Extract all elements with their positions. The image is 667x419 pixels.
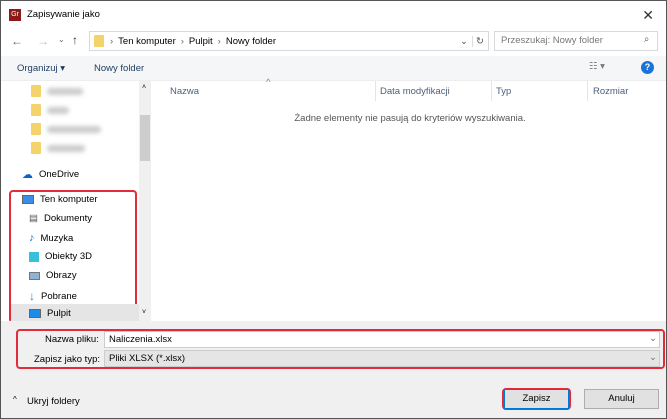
back-icon[interactable]: ← [11, 34, 23, 48]
cancel-button[interactable]: Anuluj [584, 389, 659, 409]
nav-3d-objects[interactable]: Obiekty 3D [29, 251, 92, 262]
nav-onedrive[interactable]: ☁ OneDrive [22, 168, 79, 181]
folder-icon [31, 123, 41, 135]
breadcrumb-item[interactable]: Pulpit [189, 36, 213, 47]
filename-input[interactable]: Naliczenia.xlsx [104, 331, 660, 348]
nav-label: Obrazy [46, 270, 77, 281]
document-icon: ▤ [29, 213, 38, 224]
file-list: ^ Nazwa Data modyfikacji Typ Rozmiar Żad… [154, 77, 666, 321]
new-folder-button[interactable]: Nowy folder [94, 63, 144, 74]
nav-desktop[interactable]: Pulpit [29, 308, 71, 319]
folder-icon [31, 85, 41, 97]
nav-label: Muzyka [40, 232, 74, 244]
dialog-title: Zapisywanie jako [27, 9, 100, 20]
type-label: Zapisz jako typ: [34, 354, 100, 365]
nav-label: Pulpit [47, 308, 71, 319]
nav-label: OneDrive [39, 169, 80, 180]
scroll-thumb[interactable] [140, 115, 150, 161]
nav-scrollbar[interactable]: ˄ ˅ [139, 81, 151, 321]
help-icon[interactable]: ? [641, 61, 654, 74]
nav-music[interactable]: ♪ Muzyka [29, 232, 73, 244]
refresh-icon[interactable]: ↻ [472, 35, 484, 47]
computer-icon [22, 195, 34, 204]
scroll-up-icon[interactable]: ˄ [142, 84, 146, 91]
up-icon[interactable]: ↑ [72, 33, 78, 47]
save-as-dialog: Gr Zapisywanie jako ✕ ← → ⌄ ↑ › Ten komp… [0, 0, 667, 419]
file-type-select[interactable]: Pliki XLSX (*.xlsx) [104, 350, 660, 367]
forward-icon[interactable]: → [37, 34, 49, 48]
breadcrumb-item[interactable]: Ten komputer [118, 36, 176, 47]
toolbar: Organizuj ▾ Nowy folder ☷ ▾ ? [1, 56, 666, 81]
folder-icon [31, 142, 41, 154]
picture-icon [29, 271, 40, 280]
nav-label: Pobrane [41, 290, 77, 302]
nav-downloads[interactable]: ↓ Pobrane [29, 289, 77, 303]
save-button[interactable]: Zapisz [504, 389, 569, 409]
address-dropdown-icon[interactable]: ⌄ [460, 36, 468, 47]
column-date[interactable]: Data modyfikacji [380, 86, 450, 97]
nav-pictures[interactable]: Obrazy [29, 270, 77, 281]
sort-ascending-icon: ^ [266, 77, 271, 88]
nav-label: Dokumenty [43, 213, 93, 224]
app-icon: Gr [9, 9, 21, 21]
column-type[interactable]: Typ [496, 86, 511, 97]
filename-dropdown-icon[interactable]: ⌄ [649, 333, 657, 344]
column-size[interactable]: Rozmiar [593, 86, 628, 97]
nav-label: Ten komputer [40, 194, 98, 205]
desktop-icon [29, 309, 41, 318]
nav-documents[interactable]: ▤ Dokumenty [29, 213, 92, 224]
nav-label: Obiekty 3D [45, 251, 92, 262]
nav-this-pc[interactable]: Ten komputer [22, 194, 98, 205]
search-input[interactable]: Przeszukaj: Nowy folder [494, 31, 658, 51]
organize-button[interactable]: Organizuj ▾ [17, 63, 65, 74]
filename-label: Nazwa pliku: [45, 334, 99, 345]
recent-chevron-icon[interactable]: ⌄ [58, 35, 65, 44]
bottom-panel: Nazwa pliku: Naliczenia.xlsx ⌄ Zapisz ja… [1, 321, 666, 418]
folder-icon [94, 35, 104, 47]
folder-icon [31, 104, 41, 116]
empty-message: Żadne elementy nie pasują do kryteriów w… [294, 113, 526, 124]
chevron-up-icon[interactable]: ^ [13, 395, 17, 404]
scroll-down-icon[interactable]: ˅ [142, 309, 146, 316]
cloud-icon: ☁ [22, 169, 33, 181]
download-icon: ↓ [29, 289, 35, 303]
address-bar[interactable]: › Ten komputer › Pulpit › Nowy folder ⌄ … [89, 31, 489, 51]
search-icon: ⌕ [644, 34, 650, 45]
title-bar: Gr Zapisywanie jako ✕ [1, 1, 666, 29]
hide-folders-button[interactable]: Ukryj foldery [27, 396, 80, 407]
type-dropdown-icon[interactable]: ⌄ [649, 352, 657, 363]
cube-icon [29, 251, 39, 262]
close-icon[interactable]: ✕ [642, 7, 654, 24]
music-icon: ♪ [29, 232, 35, 244]
breadcrumb-item[interactable]: Nowy folder [226, 36, 276, 47]
column-name[interactable]: Nazwa [170, 86, 199, 97]
view-options-icon[interactable]: ☷ ▾ [589, 61, 605, 72]
navigation-pane: ☁ OneDrive Ten komputer ▤ Dokumenty ♪ Muzyk… [1, 81, 151, 321]
